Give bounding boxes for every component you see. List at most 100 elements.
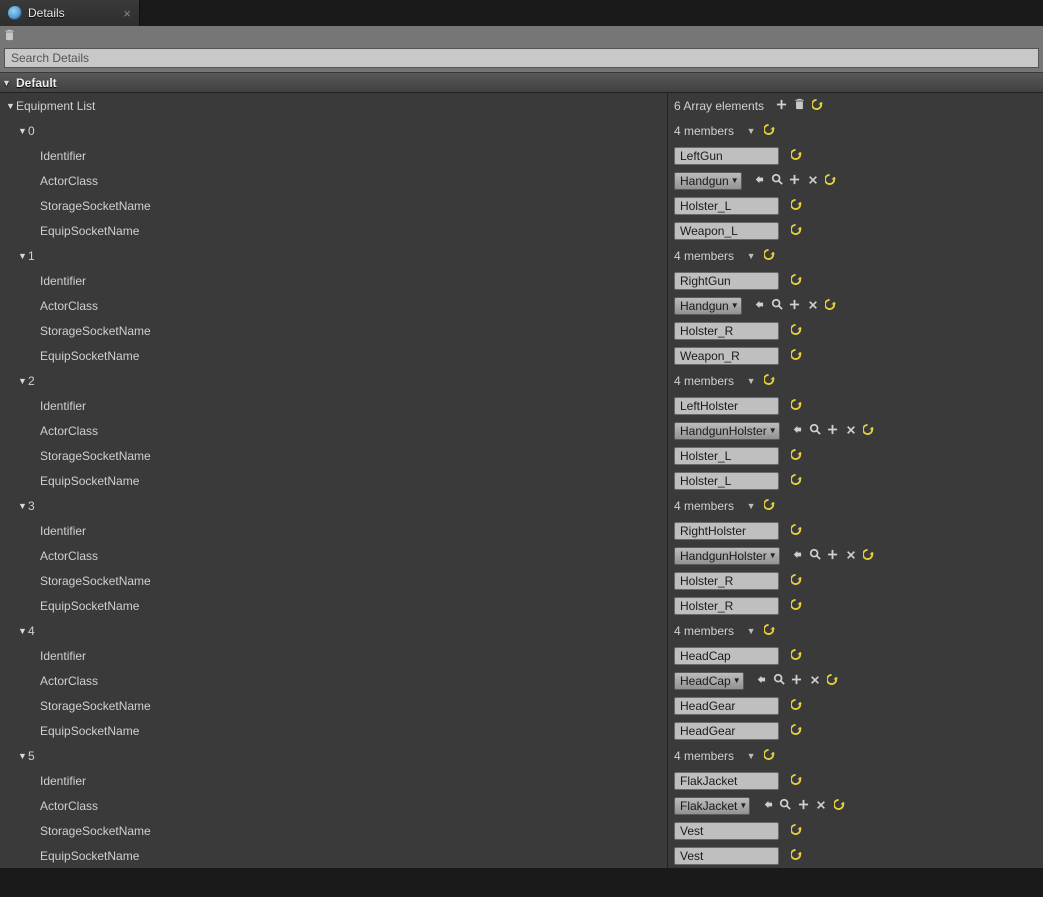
reset-icon[interactable]	[808, 99, 826, 113]
reset-icon[interactable]	[787, 849, 805, 863]
reset-icon[interactable]	[787, 599, 805, 613]
text-input[interactable]	[674, 197, 779, 215]
panel-tab-details[interactable]: Details ×	[0, 0, 140, 26]
clear-icon[interactable]	[842, 549, 860, 563]
reset-icon[interactable]	[787, 224, 805, 238]
browse-icon[interactable]	[806, 423, 824, 438]
reset-icon[interactable]	[760, 249, 778, 263]
reset-icon[interactable]	[787, 574, 805, 588]
class-dropdown[interactable]: HandgunHolster▼	[674, 422, 780, 440]
reset-icon[interactable]	[822, 299, 840, 313]
reset-icon[interactable]	[787, 324, 805, 338]
class-dropdown[interactable]: HandgunHolster▼	[674, 547, 780, 565]
expander-icon[interactable]: ▼	[6, 101, 16, 111]
property-matrix-icon[interactable]	[4, 29, 15, 44]
text-input[interactable]	[674, 597, 779, 615]
text-input[interactable]	[674, 397, 779, 415]
reset-icon[interactable]	[787, 774, 805, 788]
reset-icon[interactable]	[787, 199, 805, 213]
text-input[interactable]	[674, 447, 779, 465]
use-selected-icon[interactable]	[788, 424, 806, 438]
chevron-down-icon[interactable]: ▼	[742, 376, 760, 386]
new-asset-icon[interactable]	[824, 549, 842, 563]
browse-icon[interactable]	[768, 173, 786, 188]
text-input[interactable]	[674, 522, 779, 540]
expander-icon[interactable]: ▼	[18, 751, 28, 761]
chevron-down-icon[interactable]: ▼	[742, 751, 760, 761]
reset-icon[interactable]	[787, 149, 805, 163]
reset-icon[interactable]	[787, 449, 805, 463]
browse-icon[interactable]	[770, 673, 788, 688]
reset-icon[interactable]	[787, 349, 805, 363]
browse-icon[interactable]	[768, 298, 786, 313]
use-selected-icon[interactable]	[752, 674, 770, 688]
reset-icon[interactable]	[787, 724, 805, 738]
reset-icon[interactable]	[760, 374, 778, 388]
add-element-icon[interactable]	[772, 99, 790, 113]
clear-icon[interactable]	[804, 299, 822, 313]
reset-icon[interactable]	[830, 799, 848, 813]
chevron-down-icon[interactable]: ▼	[742, 626, 760, 636]
text-input[interactable]	[674, 722, 779, 740]
clear-icon[interactable]	[806, 674, 824, 688]
text-input[interactable]	[674, 647, 779, 665]
reset-icon[interactable]	[787, 524, 805, 538]
expander-icon[interactable]: ▼	[18, 501, 28, 511]
text-input[interactable]	[674, 822, 779, 840]
text-input[interactable]	[674, 472, 779, 490]
text-input[interactable]	[674, 772, 779, 790]
text-input[interactable]	[674, 347, 779, 365]
reset-icon[interactable]	[787, 399, 805, 413]
expander-icon[interactable]: ▼	[18, 626, 28, 636]
use-selected-icon[interactable]	[750, 299, 768, 313]
reset-icon[interactable]	[760, 499, 778, 513]
text-input[interactable]	[674, 222, 779, 240]
text-input[interactable]	[674, 847, 779, 865]
reset-icon[interactable]	[787, 824, 805, 838]
use-selected-icon[interactable]	[750, 174, 768, 188]
new-asset-icon[interactable]	[786, 174, 804, 188]
reset-icon[interactable]	[787, 274, 805, 288]
new-asset-icon[interactable]	[824, 424, 842, 438]
chevron-down-icon[interactable]: ▼	[742, 501, 760, 511]
close-icon[interactable]: ×	[123, 6, 131, 21]
use-selected-icon[interactable]	[758, 799, 776, 813]
new-asset-icon[interactable]	[788, 674, 806, 688]
clear-icon[interactable]	[812, 799, 830, 813]
chevron-down-icon[interactable]: ▼	[742, 126, 760, 136]
reset-icon[interactable]	[760, 624, 778, 638]
reset-icon[interactable]	[822, 174, 840, 188]
clear-icon[interactable]	[842, 424, 860, 438]
category-header-default[interactable]: ▼ Default	[0, 73, 1043, 93]
new-asset-icon[interactable]	[786, 299, 804, 313]
class-dropdown[interactable]: HeadCap▼	[674, 672, 744, 690]
use-selected-icon[interactable]	[788, 549, 806, 563]
reset-icon[interactable]	[760, 749, 778, 763]
class-dropdown[interactable]: Handgun▼	[674, 297, 742, 315]
property-value-row	[668, 643, 1043, 668]
text-input[interactable]	[674, 697, 779, 715]
class-dropdown[interactable]: FlakJacket▼	[674, 797, 750, 815]
text-input[interactable]	[674, 572, 779, 590]
expander-icon[interactable]: ▼	[18, 126, 28, 136]
reset-icon[interactable]	[860, 424, 878, 438]
new-asset-icon[interactable]	[794, 799, 812, 813]
chevron-down-icon[interactable]: ▼	[742, 251, 760, 261]
text-input[interactable]	[674, 147, 779, 165]
expander-icon[interactable]: ▼	[18, 376, 28, 386]
reset-icon[interactable]	[787, 699, 805, 713]
browse-icon[interactable]	[806, 548, 824, 563]
text-input[interactable]	[674, 272, 779, 290]
reset-icon[interactable]	[787, 474, 805, 488]
text-input[interactable]	[674, 322, 779, 340]
reset-icon[interactable]	[760, 124, 778, 138]
reset-icon[interactable]	[824, 674, 842, 688]
clear-icon[interactable]	[804, 174, 822, 188]
reset-icon[interactable]	[787, 649, 805, 663]
expander-icon[interactable]: ▼	[18, 251, 28, 261]
reset-icon[interactable]	[860, 549, 878, 563]
clear-array-icon[interactable]	[790, 98, 808, 113]
class-dropdown[interactable]: Handgun▼	[674, 172, 742, 190]
browse-icon[interactable]	[776, 798, 794, 813]
search-input[interactable]	[4, 48, 1039, 68]
